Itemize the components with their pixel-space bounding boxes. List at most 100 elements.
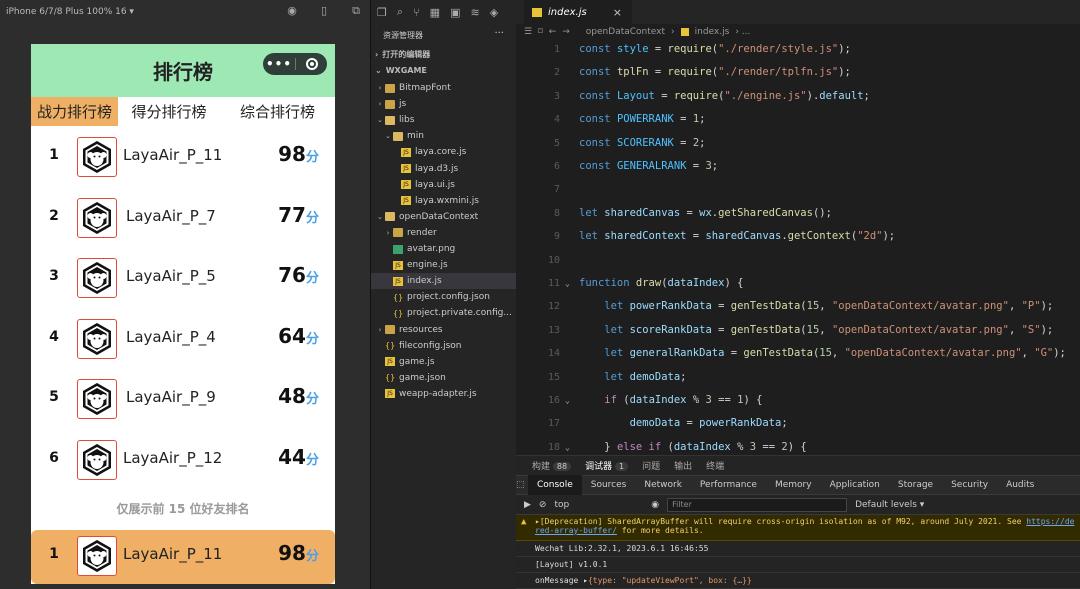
warning-link[interactable]: https://de — [1026, 517, 1074, 526]
tree-item[interactable]: ⌄ openDataContext — [371, 209, 517, 225]
score-unit: 分 — [305, 331, 319, 347]
forward-arrow-icon[interactable]: → — [562, 27, 570, 37]
tree-item[interactable]: {} fileconfig.json — [371, 338, 517, 354]
tab-power-rank[interactable]: 战力排行榜 — [31, 97, 118, 126]
chevron-icon: › — [386, 228, 390, 237]
bookmark-icon[interactable]: ⌑ — [538, 27, 543, 37]
close-capsule-button[interactable] — [296, 58, 327, 70]
sidebar-toggle-icon[interactable]: ▶ — [524, 500, 531, 510]
footer-note: 仅展示前 15 位好友排名 — [116, 502, 250, 516]
tree-item[interactable]: JS laya.wxmini.js — [371, 193, 517, 209]
code-text: const style = require("./render/style.js… — [579, 43, 851, 55]
debug-icon[interactable]: ▣ — [450, 6, 460, 19]
source-control-icon[interactable]: ⑂ — [413, 6, 420, 19]
tree-item[interactable]: {} game.json — [371, 370, 517, 386]
window-icon[interactable]: ⧉ — [350, 5, 362, 17]
tree-item[interactable]: › BitmapFont — [371, 80, 517, 96]
more-menu-button[interactable]: ••• — [263, 57, 295, 71]
line-number: 16 — [547, 395, 560, 406]
panel-tab[interactable]: 构建 88 — [532, 459, 572, 472]
tree-item[interactable]: ⌄ libs — [371, 112, 517, 128]
js-file-icon — [532, 7, 542, 17]
folder-open-icon — [385, 212, 395, 222]
panel-tab[interactable]: 调试器 1 — [585, 459, 629, 472]
rank-row: 6 LayaAir_P_12 44分 — [31, 429, 335, 489]
filter-input[interactable]: Filter — [667, 497, 848, 512]
tree-item[interactable]: ⌄ min — [371, 128, 517, 144]
code-text: const tplFn = require("./render/tplfn.js… — [579, 66, 851, 79]
tree-item[interactable]: {} project.private.config... — [371, 305, 517, 321]
open-editors-section[interactable]: › 打开的编辑器 — [371, 46, 516, 62]
chevron-icon: › — [378, 100, 382, 109]
tree-item[interactable]: JS index.js — [371, 273, 517, 290]
context-select[interactable]: top — [554, 500, 569, 510]
panel-tab[interactable]: 输出 — [674, 459, 692, 472]
list-icon[interactable]: ☰ — [524, 27, 532, 37]
line-number: 7 — [553, 184, 560, 196]
tree-item[interactable]: JS laya.core.js — [371, 144, 517, 160]
devtools-tab[interactable]: Network — [635, 475, 691, 495]
chevron-icon: ⌄ — [385, 132, 391, 141]
record-icon[interactable]: ◉ — [286, 5, 298, 17]
bottom-panel-tabs: 构建 88 调试器 1 问题 输出 终端 — [516, 456, 1080, 475]
phone-icon[interactable]: ▯ — [318, 5, 330, 17]
fold-chevron-icon[interactable]: ⌄ — [565, 389, 570, 412]
project-section[interactable]: ⌄ WXGAME — [371, 62, 516, 78]
fold-chevron-icon[interactable]: ⌄ — [565, 436, 570, 455]
tab-index-js[interactable]: index.js × — [524, 0, 632, 24]
tab-general-rank[interactable]: 综合排行榜 — [220, 97, 335, 126]
folder-icon — [393, 228, 403, 238]
panel-tab[interactable]: 问题 — [642, 459, 660, 472]
console-log[interactable]: onMessage ▸{type: "updateViewPort", box:… — [516, 573, 1080, 589]
json-file-icon: {} — [393, 308, 404, 318]
code-area[interactable]: 1 const style = require("./render/style.j… — [516, 40, 1080, 455]
tab-score-rank[interactable]: 得分排行榜 — [118, 97, 220, 126]
fold-chevron-icon[interactable]: ⌄ — [565, 272, 570, 295]
code-text: } else if (dataIndex % 3 == 2) { — [579, 440, 807, 453]
devtools-tab[interactable]: Application — [821, 475, 889, 495]
js-file-icon: JS — [401, 164, 411, 173]
devtools-tab[interactable]: Memory — [766, 475, 821, 495]
clear-console-icon[interactable]: ⊘ — [539, 500, 547, 510]
back-arrow-icon[interactable]: ← — [549, 27, 557, 37]
tree-item[interactable]: JS weapp-adapter.js — [371, 386, 517, 402]
search-icon[interactable]: ⌕ — [397, 5, 403, 19]
layers-icon[interactable]: ≋ — [470, 6, 479, 19]
devtools-tab[interactable]: Console — [528, 475, 582, 495]
devtools-tab[interactable]: Audits — [997, 475, 1043, 495]
device-selector[interactable]: iPhone 6/7/8 Plus 100% 16 ▾ — [6, 7, 134, 17]
my-rank-row: 1 LayaAir_P_11 98分 — [31, 530, 335, 584]
tree-item[interactable]: › js — [371, 96, 517, 112]
tree-item[interactable]: › resources — [371, 322, 517, 338]
log-levels-select[interactable]: Default levels ▾ — [855, 500, 924, 510]
line-number: 11 — [547, 278, 560, 289]
devtools-tab[interactable]: Performance — [691, 475, 766, 495]
more-actions-button[interactable]: ··· — [494, 28, 504, 39]
code-text: let generalRankData = genTestData(15, "o… — [604, 347, 1066, 360]
panel-tab[interactable]: 终端 — [706, 459, 724, 472]
eye-icon[interactable]: ◉ — [651, 500, 659, 510]
tree-item[interactable]: JS engine.js — [371, 257, 517, 273]
code-text: const POWERRANK = 1; — [579, 113, 706, 126]
devtools-tab[interactable]: Sources — [582, 475, 636, 495]
tree-item[interactable]: JS laya.d3.js — [371, 161, 517, 177]
files-icon[interactable]: ❐ — [377, 6, 387, 19]
chevron-icon: › — [378, 325, 382, 334]
warning-link-cont[interactable]: red-array-buffer/ — [535, 526, 617, 535]
close-tab-button[interactable]: × — [613, 6, 622, 19]
score-unit: 分 — [305, 549, 319, 564]
tree-item[interactable]: avatar.png — [371, 241, 517, 257]
devtools-tab[interactable]: Security — [942, 475, 997, 495]
tree-item[interactable]: {} project.config.json — [371, 289, 517, 305]
console-filter-bar: ▶ ⊘ top ◉ Filter Default levels ▾ — [516, 495, 1080, 515]
inspect-icon[interactable]: ⬚ — [516, 480, 525, 490]
docker-icon[interactable]: ◈ — [490, 6, 498, 19]
line-number: 4 — [553, 114, 560, 126]
extensions-icon[interactable]: ▦ — [430, 6, 440, 19]
devtools-tab[interactable]: Storage — [889, 475, 942, 495]
code-text: const Layout = require("./engine.js").de… — [579, 89, 870, 102]
line-number: 2 — [553, 67, 560, 79]
tree-item[interactable]: JS laya.ui.js — [371, 177, 517, 193]
tree-item[interactable]: JS game.js — [371, 354, 517, 370]
tree-item[interactable]: › render — [371, 225, 517, 241]
